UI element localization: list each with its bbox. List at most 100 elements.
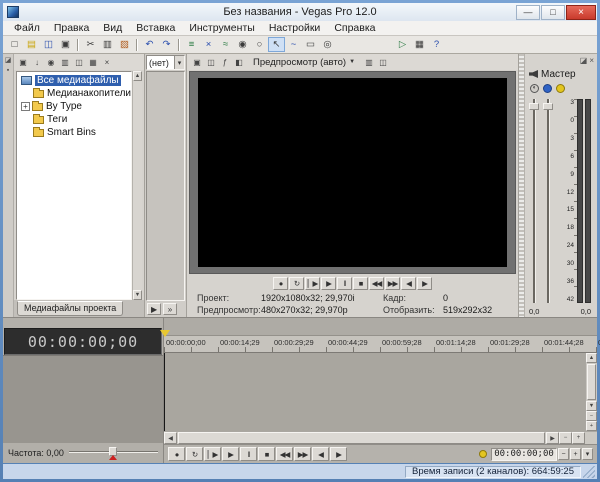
track-area[interactable] [164,353,585,431]
menu-edit[interactable]: Правка [47,21,96,35]
get-photo-icon[interactable]: ▥ [58,56,72,69]
more-presets-button[interactable]: » [163,303,177,315]
new-project-icon[interactable]: □ [6,37,23,52]
auto-ripple-icon[interactable]: ≈ [217,37,234,52]
menu-insert[interactable]: Вставка [129,21,182,35]
fader-handle[interactable] [529,103,539,110]
video-output-fx-icon[interactable]: ƒ [218,56,232,69]
cut-icon[interactable]: ✂ [82,37,99,52]
timeline-record-button[interactable]: ● [168,447,185,461]
enable-snapping-icon[interactable]: ≡ [183,37,200,52]
timeline-go-to-start-button[interactable]: ◀◀ [276,447,293,461]
horizontal-scrollbar[interactable]: ◀ ▶ − + [164,431,597,444]
timeline-pause-button[interactable]: ‖ [240,447,257,461]
next-frame-button[interactable]: ▶ [417,277,432,290]
rate-slider[interactable] [69,447,158,459]
menu-options[interactable]: Настройки [262,21,328,35]
cursor-marker-icon[interactable] [160,330,170,337]
preview-quality-dropdown[interactable]: Предпросмотр (авто) ▼ [250,55,358,69]
vscroll-thumb[interactable] [587,364,596,400]
ignore-grouping-icon[interactable]: ○ [251,37,268,52]
tree-item-by-type[interactable]: + By Type [17,100,131,113]
go-to-start-button[interactable]: ◀◀ [369,277,384,290]
media-properties-icon[interactable]: ▦ [86,56,100,69]
whats-this-help-icon[interactable]: ? [428,37,445,52]
remove-media-icon[interactable]: × [100,56,114,69]
resize-grip[interactable] [583,466,595,478]
copy-snapshot-icon[interactable]: ▥ [362,56,376,69]
time-ruler[interactable]: 00:00:00;00 00:00:14;29 00:00:29;29 00:0… [164,336,597,353]
timeline-timecode[interactable]: 00:00:00;00 [4,328,162,355]
interactive-tutorials-icon[interactable]: ▷ [394,37,411,52]
extract-audio-icon[interactable]: ◫ [72,56,86,69]
go-to-end-button[interactable]: ▶▶ [385,277,400,290]
downmix-output-icon[interactable]: ◐ [530,84,539,93]
zoom-in-track-icon[interactable]: + [586,421,597,431]
close-panel-icon[interactable]: × [589,56,594,65]
tree-item-all-media[interactable]: Все медиафайлы [17,74,131,87]
project-video-properties-icon[interactable]: ▣ [190,56,204,69]
tree-scrollbar[interactable]: ▲ ▼ [132,71,142,300]
envelope-edit-tool-icon[interactable]: ~ [285,37,302,52]
scroll-down-icon[interactable]: ▼ [586,401,597,411]
menu-tools[interactable]: Инструменты [182,21,261,35]
timecode-increment-icon[interactable]: + [570,448,581,460]
timeline-next-frame-button[interactable]: ▶ [330,447,347,461]
zoom-in-time-icon[interactable]: + [572,432,585,444]
timeline-play-from-start-button[interactable]: ▏▶ [204,447,221,461]
scroll-up-icon[interactable]: ▲ [133,71,142,81]
mixer-console-icon[interactable]: ▦ [411,37,428,52]
project-properties-icon[interactable]: ▣ [57,37,74,52]
auto-hide-pin-icon[interactable]: ◪ [580,56,588,65]
zoom-out-track-icon[interactable]: − [586,411,597,421]
pause-button[interactable]: ‖ [337,277,352,290]
capture-video-icon[interactable]: ◉ [44,56,58,69]
vertical-scrollbar[interactable]: ▲ ▼ − + [585,353,597,431]
close-button[interactable]: × [566,5,596,20]
scroll-right-icon[interactable]: ▶ [546,432,559,444]
minimize-button[interactable]: — [516,5,540,20]
split-screen-view-icon[interactable]: ◧ [232,56,246,69]
tab-project-media[interactable]: Медиафайлы проекта [17,301,123,316]
timecode-decrement-icon[interactable]: − [558,448,569,460]
dock-grip-icon[interactable]: ▪ [7,67,9,74]
combo-arrow-icon[interactable]: ▾ [174,56,184,69]
external-monitor-icon[interactable]: ◫ [204,56,218,69]
fader-right[interactable] [543,97,553,305]
zoom-out-time-icon[interactable]: − [559,432,572,444]
cursor-timecode-input[interactable]: 00:00:00;00 [491,448,557,461]
menu-view[interactable]: Вид [96,21,129,35]
tree-item-smart-bins[interactable]: Smart Bins [17,126,131,139]
track-list[interactable] [3,355,163,443]
tree-item-media-bins[interactable]: Медианакопители [17,87,131,100]
timecode-menu-icon[interactable]: ▾ [582,448,593,460]
selection-edit-tool-icon[interactable]: ▭ [302,37,319,52]
play-button[interactable]: ▶ [321,277,336,290]
redo-icon[interactable]: ↷ [158,37,175,52]
scroll-left-icon[interactable]: ◀ [164,432,177,444]
fader-handle[interactable] [543,103,553,110]
expander-icon[interactable]: + [21,102,30,111]
timeline-previous-frame-button[interactable]: ◀ [312,447,329,461]
menu-file[interactable]: Файл [7,21,47,35]
stop-button[interactable]: ■ [353,277,368,290]
timeline-stop-button[interactable]: ■ [258,447,275,461]
scroll-trough[interactable] [133,81,142,290]
maximize-button[interactable]: □ [541,5,565,20]
record-button[interactable]: ● [273,277,288,290]
play-preset-button[interactable]: ▶ [147,303,161,315]
previous-frame-button[interactable]: ◀ [401,277,416,290]
play-from-start-button[interactable]: ▏▶ [305,277,320,290]
scroll-down-icon[interactable]: ▼ [133,290,142,300]
import-media-icon[interactable]: ↓ [30,56,44,69]
scroll-up-icon[interactable]: ▲ [586,353,597,363]
tree-item-tags[interactable]: Теги [17,113,131,126]
normal-edit-tool-icon[interactable]: ↖ [268,37,285,52]
mute-icon[interactable] [543,84,552,93]
marker-bar[interactable] [164,318,597,336]
undo-icon[interactable]: ↶ [141,37,158,52]
save-icon[interactable]: ◫ [40,37,57,52]
solo-icon[interactable] [556,84,565,93]
fader-left[interactable] [529,97,539,305]
dock-pin-icon[interactable]: ◪ [5,57,12,64]
